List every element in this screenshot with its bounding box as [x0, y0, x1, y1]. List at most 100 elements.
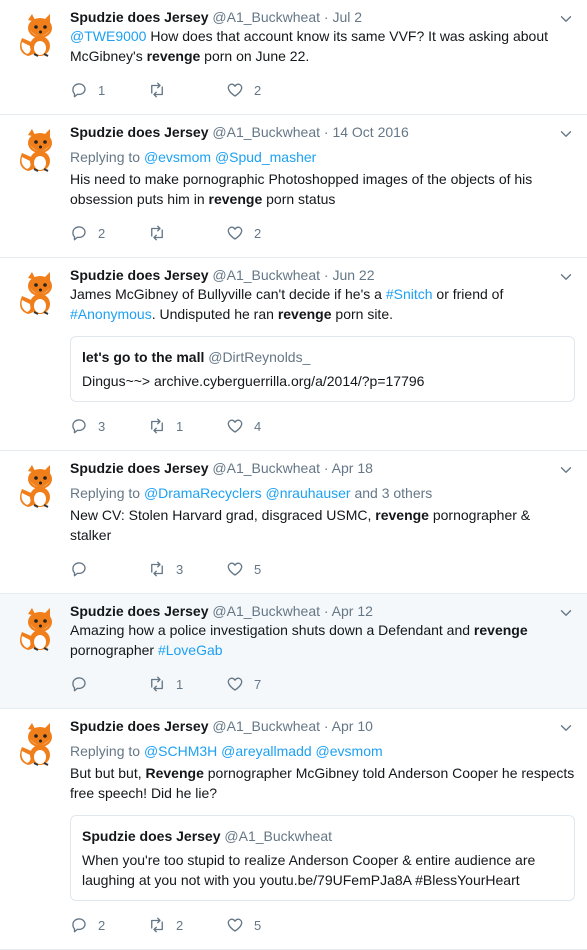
reply-button[interactable]: 2 [70, 916, 148, 934]
like-button[interactable]: 4 [226, 417, 304, 435]
author-handle[interactable]: @A1_Buckwheat [212, 460, 320, 476]
retweet-button[interactable]: 3 [148, 560, 226, 578]
mention-link[interactable]: @TWE9000 [70, 28, 146, 44]
author-handle[interactable]: @A1_Buckwheat [212, 718, 320, 734]
author-name[interactable]: Spudzie does Jersey [70, 124, 209, 140]
like-button[interactable]: 2 [226, 224, 304, 242]
author-name[interactable]: Spudzie does Jersey [70, 718, 209, 734]
chevron-down-icon[interactable] [557, 461, 575, 479]
text-run: porn status [262, 191, 336, 207]
like-button[interactable]: 5 [226, 560, 304, 578]
text-run: But but but, [70, 765, 146, 781]
like-icon [226, 560, 244, 578]
tweet-header: Spudzie does Jersey @A1_Buckwheat · 14 O… [70, 123, 575, 141]
like-icon [226, 81, 244, 99]
reply-icon [70, 916, 88, 934]
quoted-author-handle: @DirtReynolds_ [208, 349, 311, 365]
tweet[interactable]: Spudzie does Jersey @A1_Buckwheat · Apr … [0, 709, 587, 950]
replying-to: Replying to @evsmom @Spud_masher [70, 147, 575, 167]
quoted-tweet[interactable]: let's go to the mall @DirtReynolds_ Dingu… [70, 336, 575, 402]
mention-link[interactable]: @evsmom [144, 149, 211, 165]
like-button[interactable]: 7 [226, 675, 304, 693]
text-run: and 3 others [350, 485, 433, 501]
like-icon [226, 417, 244, 435]
reply-button[interactable]: 1 [70, 81, 148, 99]
retweet-button[interactable]: 1 [148, 675, 226, 693]
retweet-button[interactable]: 2 [148, 916, 226, 934]
text-run: or friend of [432, 286, 504, 302]
text-run: . Undisputed he ran [151, 306, 278, 322]
mention-link[interactable]: #LoveGab [158, 642, 223, 658]
reply-button[interactable] [70, 560, 148, 578]
quoted-tweet[interactable]: Spudzie does Jersey @A1_Buckwheat When yo… [70, 815, 575, 901]
mention-link[interactable]: @areyallmadd [221, 743, 311, 759]
avatar[interactable] [14, 721, 60, 767]
tweet-date[interactable]: · 14 Oct 2016 [320, 124, 409, 140]
retweet-button[interactable]: 1 [148, 417, 226, 435]
reply-icon [70, 81, 88, 99]
tweet-date[interactable]: · Jun 22 [320, 267, 375, 283]
timeline: Spudzie does Jersey @A1_Buckwheat · Jul … [0, 0, 587, 950]
chevron-down-icon[interactable] [557, 125, 575, 143]
author-name[interactable]: Spudzie does Jersey [70, 603, 209, 619]
chevron-down-icon[interactable] [557, 719, 575, 737]
chevron-down-icon[interactable] [557, 10, 575, 28]
quoted-author-handle: @A1_Buckwheat [224, 828, 333, 844]
tweet[interactable]: Spudzie does Jersey @A1_Buckwheat · Jun … [0, 258, 587, 451]
avatar[interactable] [14, 606, 60, 652]
author-handle[interactable]: @A1_Buckwheat [212, 9, 320, 25]
like-icon [226, 916, 244, 934]
quoted-author-name: Spudzie does Jersey [82, 828, 221, 844]
quoted-text: Dingus~~> archive.cyberguerrilla.org/a/2… [82, 373, 425, 389]
chevron-down-icon[interactable] [557, 604, 575, 622]
tweet-actions: 17 [70, 674, 575, 694]
text-run: porn site. [331, 306, 393, 322]
author-handle[interactable]: @A1_Buckwheat [212, 603, 320, 619]
reply-button[interactable]: 3 [70, 417, 148, 435]
avatar[interactable] [14, 12, 60, 58]
tweet[interactable]: Spudzie does Jersey @A1_Buckwheat · Apr … [0, 594, 587, 709]
avatar[interactable] [14, 463, 60, 509]
mention-link[interactable]: @SCHM3H [144, 743, 217, 759]
tweet-text: But but but, Revenge pornographer McGibn… [70, 763, 575, 803]
reply-icon [70, 675, 88, 693]
mention-link[interactable]: @nrauhauser [266, 485, 351, 501]
reply-button[interactable]: 2 [70, 224, 148, 242]
avatar[interactable] [14, 127, 60, 173]
tweet-actions: 35 [70, 559, 575, 579]
mention-link[interactable]: #Snitch [386, 286, 433, 302]
tweet-date[interactable]: · Apr 18 [320, 460, 373, 476]
author-name[interactable]: Spudzie does Jersey [70, 460, 209, 476]
author-name[interactable]: Spudzie does Jersey [70, 9, 209, 25]
tweet-date[interactable]: · Apr 12 [320, 603, 373, 619]
like-button[interactable]: 2 [226, 81, 304, 99]
retweet-button[interactable] [148, 224, 226, 242]
author-handle[interactable]: @A1_Buckwheat [212, 124, 320, 140]
author-name[interactable]: Spudzie does Jersey [70, 267, 209, 283]
author-handle[interactable]: @A1_Buckwheat [212, 267, 320, 283]
mention-link[interactable]: @evsmom [316, 743, 383, 759]
retweet-button[interactable] [148, 81, 226, 99]
chevron-down-icon[interactable] [557, 268, 575, 286]
reply-button[interactable] [70, 675, 148, 693]
mention-link[interactable]: @Spud_masher [215, 149, 316, 165]
tweet-date[interactable]: · Jul 2 [320, 9, 362, 25]
tweet-header: Spudzie does Jersey @A1_Buckwheat · Jul … [70, 8, 575, 26]
like-icon [226, 224, 244, 242]
mention-link[interactable]: #Anonymous [70, 306, 152, 322]
highlighted-keyword: Revenge [145, 765, 204, 781]
tweet[interactable]: Spudzie does Jersey @A1_Buckwheat · Jul … [0, 0, 587, 115]
highlighted-keyword: revenge [375, 507, 429, 523]
text-run: James McGibney of Bullyville can't decid… [70, 286, 386, 302]
avatar[interactable] [14, 270, 60, 316]
quoted-header: Spudzie does Jersey @A1_Buckwheat [82, 826, 563, 846]
mention-link[interactable]: @DramaRecyclers [144, 485, 262, 501]
text-run: Replying to [70, 149, 144, 165]
tweet[interactable]: Spudzie does Jersey @A1_Buckwheat · 14 O… [0, 115, 587, 258]
tweet-date[interactable]: · Apr 10 [320, 718, 373, 734]
tweet-header: Spudzie does Jersey @A1_Buckwheat · Apr … [70, 602, 575, 620]
tweet[interactable]: Spudzie does Jersey @A1_Buckwheat · Apr … [0, 451, 587, 594]
like-button[interactable]: 5 [226, 916, 304, 934]
tweet-text: New CV: Stolen Harvard grad, disgraced U… [70, 505, 575, 545]
highlighted-keyword: revenge [208, 191, 263, 207]
